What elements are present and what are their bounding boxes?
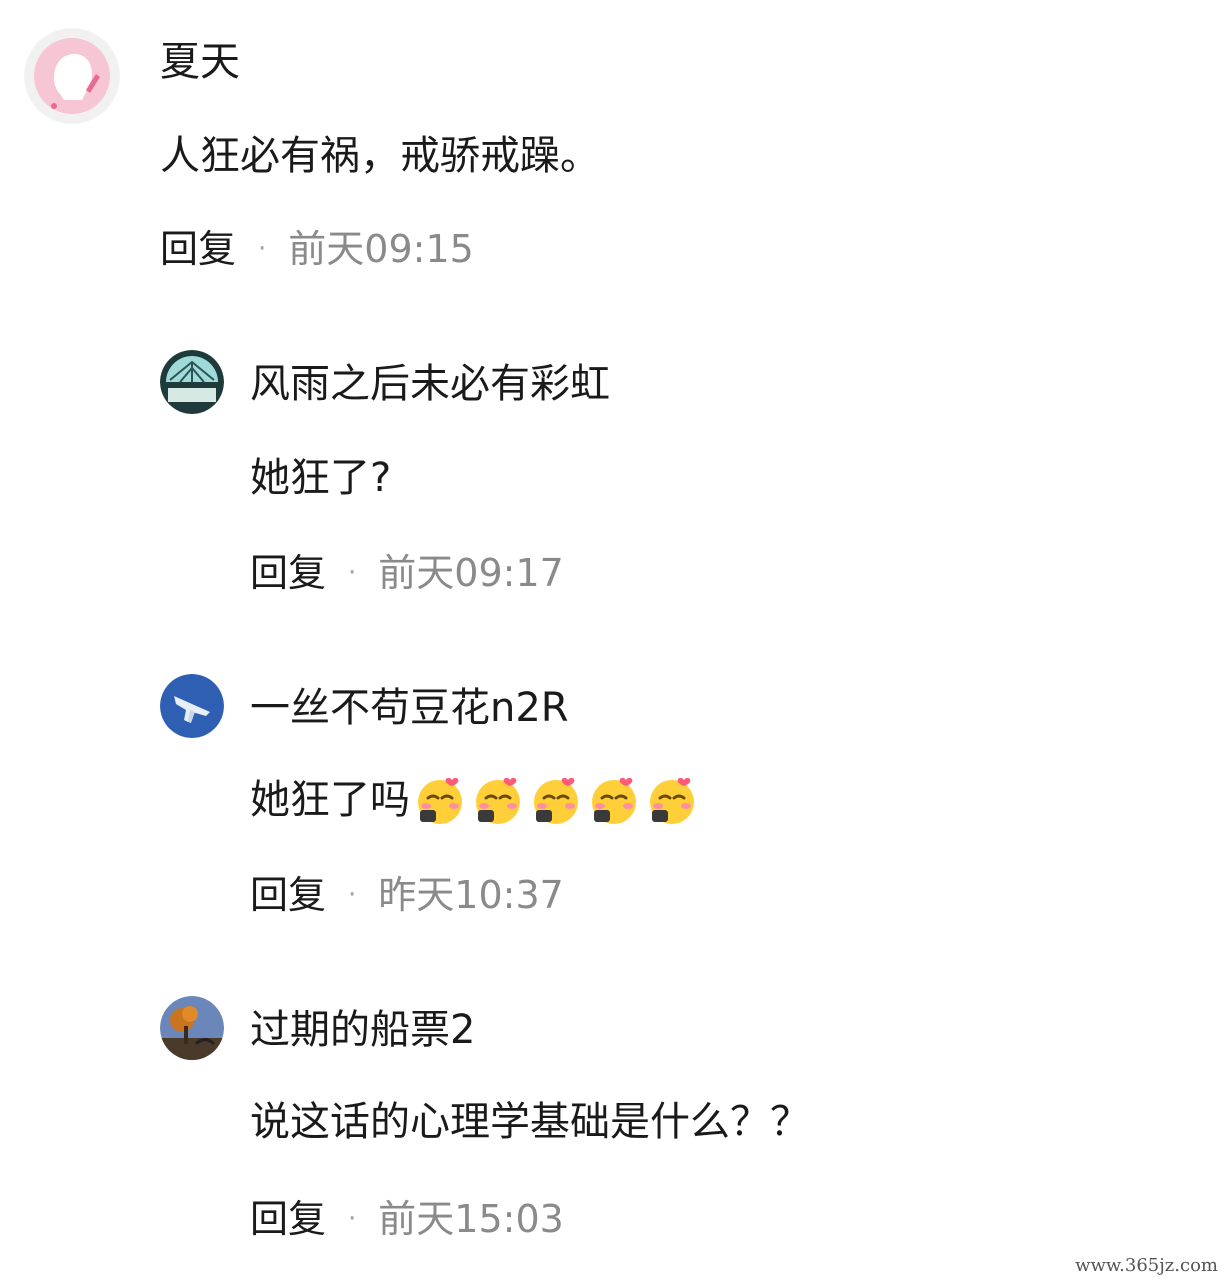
comment-meta: 回复 · 前天09:15	[160, 226, 474, 272]
avatar[interactable]	[24, 28, 120, 124]
comment-text-body: 她狂了吗	[250, 777, 410, 823]
reply-button[interactable]: 回复	[250, 1196, 326, 1242]
comment-text-body: 人狂必有祸，戒骄戒躁。	[160, 133, 600, 179]
glass-dome-avatar-icon	[160, 350, 224, 414]
blushing-smile-emoji	[650, 777, 694, 824]
avatar[interactable]	[160, 996, 224, 1060]
avatar[interactable]	[160, 350, 224, 414]
emoji-row	[412, 772, 700, 828]
timestamp: 前天09:17	[378, 551, 564, 595]
comment-text: 她狂了吗	[250, 772, 700, 828]
username[interactable]: 过期的船票2	[250, 1006, 475, 1054]
autumn-tree-avatar-icon	[160, 996, 224, 1060]
separator-dot: ·	[348, 1204, 357, 1234]
username[interactable]: 风雨之后未必有彩虹	[250, 360, 610, 408]
watermark: www.365jz.com	[1075, 1255, 1218, 1276]
reply-button[interactable]: 回复	[250, 550, 326, 596]
comment-meta: 回复 · 昨天10:37	[250, 872, 564, 918]
username[interactable]: 夏天	[160, 38, 240, 86]
comment-meta: 回复 · 前天15:03	[250, 1196, 564, 1242]
reply-button[interactable]: 回复	[160, 226, 236, 272]
comment-meta: 回复 · 前天09:17	[250, 550, 564, 596]
timestamp: 前天09:15	[288, 227, 474, 271]
blushing-smile-emoji	[534, 777, 578, 824]
jet-plane-avatar-icon	[160, 674, 224, 738]
separator-dot: ·	[348, 558, 357, 588]
comment-text-body: 她狂了?	[250, 455, 392, 501]
separator-dot: ·	[348, 880, 357, 910]
separator-dot: ·	[258, 234, 267, 264]
reply-button[interactable]: 回复	[250, 872, 326, 918]
comment-text: 说这话的心理学基础是什么？？	[250, 1098, 810, 1146]
blushing-smile-emoji	[418, 777, 462, 824]
comment-text: 人狂必有祸，戒骄戒躁。	[160, 132, 600, 180]
avatar[interactable]	[160, 674, 224, 738]
username[interactable]: 一丝不苟豆花n2R	[250, 684, 569, 732]
comment-text: 她狂了?	[250, 454, 391, 502]
comment-text-body: 说这话的心理学基础是什么？？	[250, 1099, 810, 1145]
blushing-smile-emoji	[476, 777, 520, 824]
timestamp: 前天15:03	[378, 1197, 564, 1241]
pink-silhouette-avatar-icon	[24, 28, 120, 124]
timestamp: 昨天10:37	[378, 873, 564, 917]
blushing-smile-emoji	[592, 777, 636, 824]
